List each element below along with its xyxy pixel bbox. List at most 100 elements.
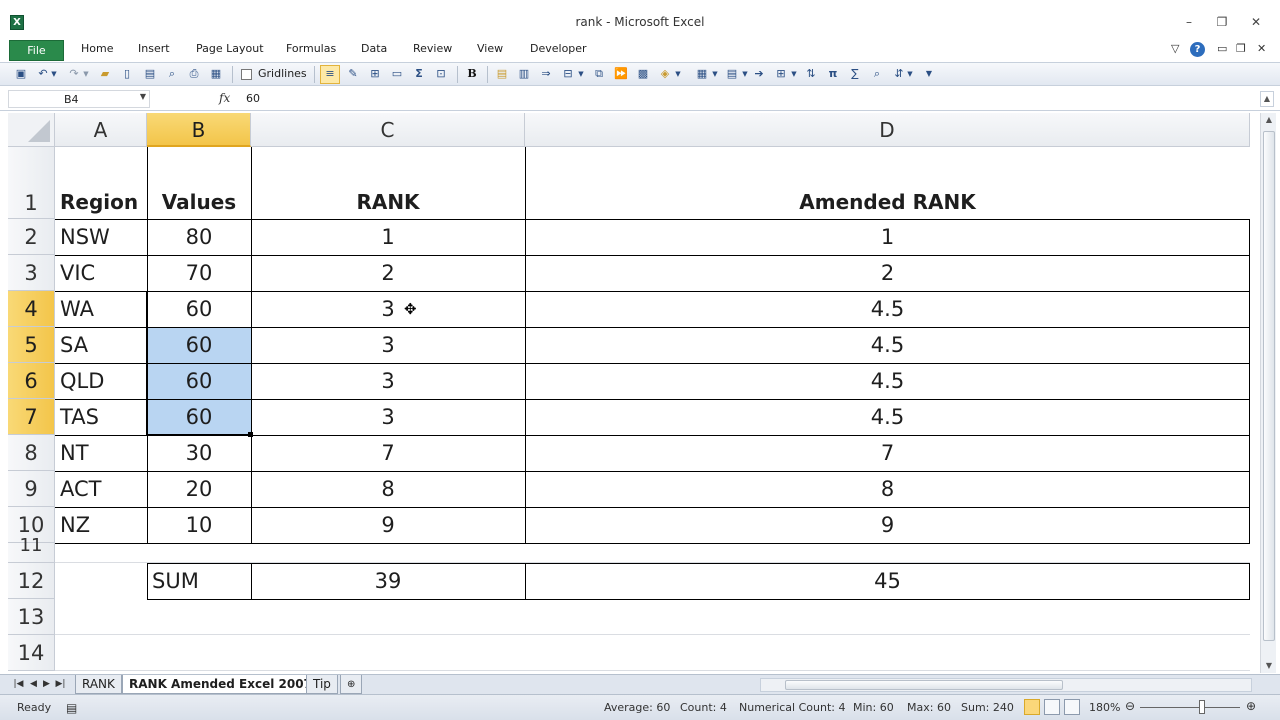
filter-icon[interactable]: ∑ xyxy=(848,67,862,81)
vertical-scrollbar[interactable]: ▲ ▼ xyxy=(1260,113,1276,673)
tab-page-layout[interactable]: Page Layout xyxy=(196,42,264,55)
fill-color-icon[interactable]: ◈ xyxy=(658,67,672,81)
minimize-ribbon-icon[interactable]: ▽ xyxy=(1171,42,1179,55)
insert-function-icon[interactable]: fx xyxy=(219,91,230,105)
cell-a10[interactable]: NZ xyxy=(55,507,147,543)
page-layout-view-button[interactable] xyxy=(1044,699,1060,715)
scroll-up-icon[interactable]: ▲ xyxy=(1261,113,1277,127)
sort-icon[interactable]: ⇵ xyxy=(892,67,906,81)
scroll-down-icon[interactable]: ▼ xyxy=(1261,659,1277,673)
worksheet-grid[interactable]: A B C D 1 Region Values RANK Amended RANK 2 NSW 80 1… xyxy=(8,113,1260,673)
zoom-level[interactable]: 180% xyxy=(1089,701,1120,714)
last-sheet-icon[interactable]: ▶| xyxy=(54,677,67,691)
text-box-icon[interactable]: ▭ xyxy=(390,67,404,81)
formula-input[interactable]: 60 xyxy=(240,90,1260,108)
insert-icon[interactable]: ⊟ xyxy=(561,67,575,81)
sheet-tab-rank-amended[interactable]: RANK Amended Excel 2007 xyxy=(122,675,319,694)
workbook-restore-icon[interactable]: ❐ xyxy=(1236,42,1246,55)
save-icon[interactable]: ▣ xyxy=(14,67,28,81)
undo-icon[interactable]: ↶ xyxy=(36,67,50,81)
cell-d8[interactable]: 7 xyxy=(525,435,1250,471)
row-header-7[interactable]: 7 xyxy=(8,399,55,435)
row-header-4[interactable]: 4 xyxy=(8,291,55,327)
close-button[interactable]: ✕ xyxy=(1247,14,1265,30)
redo-dropdown-icon[interactable]: ▼ xyxy=(82,67,90,81)
cells-icon[interactable]: ⊞ xyxy=(774,67,788,81)
tab-insert[interactable]: Insert xyxy=(138,42,170,55)
cell-c10[interactable]: 9 xyxy=(251,507,525,543)
zoom-in-icon[interactable]: ⊕ xyxy=(1246,699,1256,713)
cell-c12[interactable]: 39 xyxy=(251,563,525,599)
row-header-12[interactable]: 12 xyxy=(8,563,55,599)
conditional-format-dropdown-icon[interactable]: ▼ xyxy=(711,67,719,81)
cell-d1[interactable]: Amended RANK xyxy=(525,147,1250,219)
cell-b1[interactable]: Values xyxy=(147,147,251,219)
sheet-tab-rank[interactable]: RANK xyxy=(75,675,122,694)
cell-b7[interactable]: 60 xyxy=(147,399,251,435)
horizontal-scrollbar[interactable] xyxy=(760,678,1252,692)
help-icon[interactable]: ? xyxy=(1190,42,1205,57)
row-header-5[interactable]: 5 xyxy=(8,327,55,363)
row-header-1[interactable]: 1 xyxy=(8,147,55,219)
print-icon[interactable]: ⎙ xyxy=(187,67,201,81)
zoom-slider-track[interactable] xyxy=(1140,707,1240,708)
chart-icon[interactable]: ▥ xyxy=(517,67,531,81)
row-header-3[interactable]: 3 xyxy=(8,255,55,291)
cell-a7[interactable]: TAS xyxy=(55,399,147,435)
next-sheet-icon[interactable]: ▶ xyxy=(40,677,53,691)
customize-toolbar-icon[interactable]: ▼ xyxy=(924,67,934,81)
row-header-8[interactable]: 8 xyxy=(8,435,55,471)
first-sheet-icon[interactable]: |◀ xyxy=(12,677,25,691)
status-average[interactable]: Average: 60 xyxy=(604,701,670,714)
prev-sheet-icon[interactable]: ◀ xyxy=(27,677,40,691)
cell-c4[interactable]: 3 xyxy=(251,291,525,327)
cells-dropdown-icon[interactable]: ▼ xyxy=(790,67,798,81)
row-header-11[interactable]: 11 xyxy=(8,537,55,563)
status-numerical-count[interactable]: Numerical Count: 4 xyxy=(739,701,845,714)
conditional-format-icon[interactable]: ▦ xyxy=(695,67,709,81)
cell-a6[interactable]: QLD xyxy=(55,363,147,399)
fast-forward-icon[interactable]: ⏩ xyxy=(614,67,628,81)
print-preview-icon[interactable]: ⌕ xyxy=(165,67,179,81)
status-sum[interactable]: Sum: 240 xyxy=(961,701,1014,714)
status-max[interactable]: Max: 60 xyxy=(907,701,951,714)
zoom-slider-thumb[interactable] xyxy=(1199,700,1205,714)
sort-dropdown-icon[interactable]: ▼ xyxy=(906,67,914,81)
name-box-dropdown-icon[interactable]: ▼ xyxy=(140,92,146,101)
paste-icon[interactable]: ▤ xyxy=(495,67,509,81)
cell-c1[interactable]: RANK xyxy=(251,147,525,219)
cell-d7[interactable]: 4.5 xyxy=(525,399,1250,435)
page-break-view-button[interactable] xyxy=(1064,699,1080,715)
column-header-c[interactable]: C xyxy=(251,113,525,147)
zoom-icon[interactable]: ⌕ xyxy=(870,67,884,81)
tab-data[interactable]: Data xyxy=(361,42,387,55)
cell-b6[interactable]: 60 xyxy=(147,363,251,399)
row-header-2[interactable]: 2 xyxy=(8,219,55,255)
open-icon[interactable]: ▰ xyxy=(98,67,112,81)
cell-d10[interactable]: 9 xyxy=(525,507,1250,543)
cell-b2[interactable]: 80 xyxy=(147,219,251,255)
undo-dropdown-icon[interactable]: ▼ xyxy=(50,67,58,81)
status-min[interactable]: Min: 60 xyxy=(853,701,894,714)
zoom-out-icon[interactable]: ⊖ xyxy=(1125,699,1135,713)
cell-c3[interactable]: 2 xyxy=(251,255,525,291)
tab-view[interactable]: View xyxy=(477,42,503,55)
cell-a3[interactable]: VIC xyxy=(55,255,147,291)
autosum-icon[interactable]: Σ xyxy=(412,67,426,81)
cell-c6[interactable]: 3 xyxy=(251,363,525,399)
cell-c8[interactable]: 7 xyxy=(251,435,525,471)
quick-print-icon[interactable]: ▦ xyxy=(209,67,223,81)
maximize-button[interactable]: ❐ xyxy=(1213,14,1231,30)
new-icon[interactable]: ▯ xyxy=(120,67,134,81)
arrow-right-icon[interactable]: ⇒ xyxy=(539,67,553,81)
row-header-6[interactable]: 6 xyxy=(8,363,55,399)
cell-a5[interactable]: SA xyxy=(55,327,147,363)
row-header-9[interactable]: 9 xyxy=(8,471,55,507)
table-dropdown-icon[interactable]: ▼ xyxy=(741,67,749,81)
minimize-button[interactable]: – xyxy=(1180,14,1198,30)
redo-icon[interactable]: ↷ xyxy=(67,67,81,81)
cell-d6[interactable]: 4.5 xyxy=(525,363,1250,399)
fill-handle[interactable] xyxy=(248,432,253,437)
sheet-tab-tip[interactable]: Tip xyxy=(306,675,338,694)
row-header-14[interactable]: 14 xyxy=(8,635,55,671)
